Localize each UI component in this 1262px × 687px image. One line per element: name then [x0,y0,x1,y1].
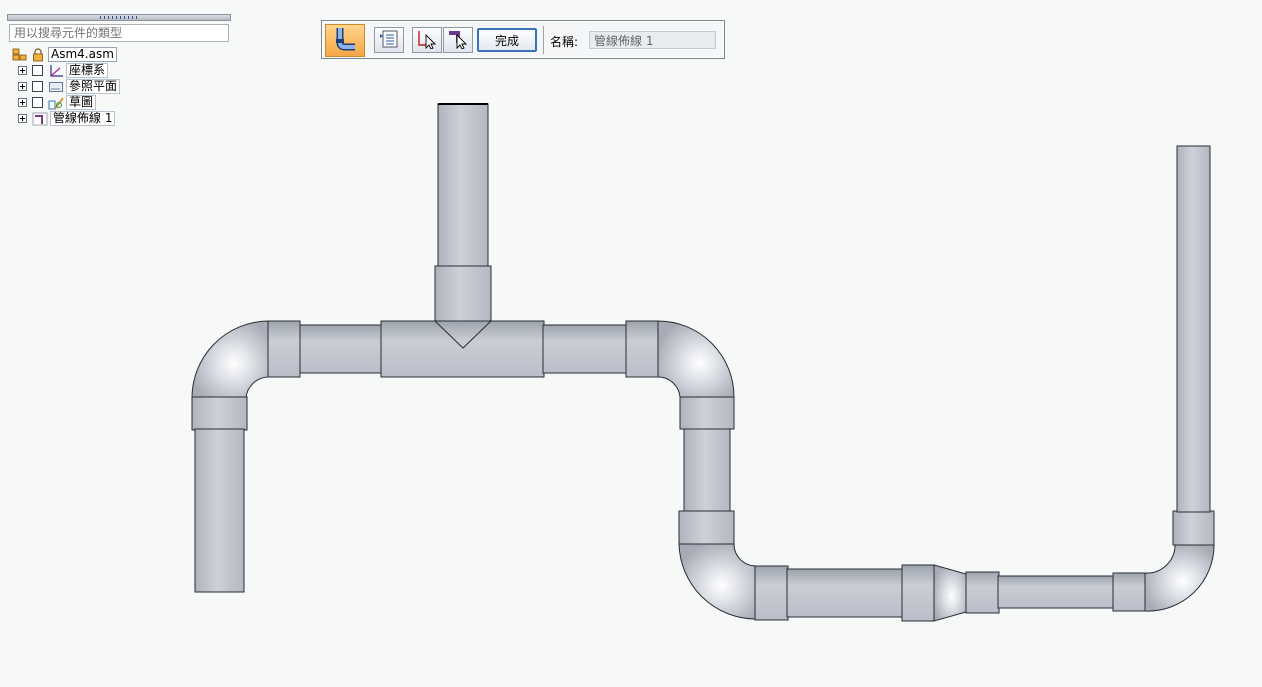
pipe-segment[interactable] [786,568,904,618]
reducer-fitting[interactable] [933,564,967,622]
pipe-segment[interactable] [1176,145,1211,513]
coupling[interactable] [191,396,248,431]
coupling[interactable] [1112,572,1146,612]
pipe-segment[interactable] [194,428,245,593]
coupling[interactable] [625,320,659,378]
pipe-segment[interactable] [437,103,489,270]
coupling[interactable] [901,564,935,622]
pipe-model-viewport[interactable] [0,0,1262,687]
coupling[interactable] [678,510,735,545]
pipe-segment[interactable] [299,324,383,374]
coupling[interactable] [965,571,1000,614]
elbow-fitting[interactable] [657,320,735,398]
elbow-fitting[interactable] [1144,544,1215,612]
pipe-assembly [191,103,1215,622]
tee-fitting[interactable] [380,320,545,378]
pipe-segment[interactable] [542,324,628,374]
pipe-segment[interactable] [997,575,1115,609]
coupling[interactable] [679,396,735,430]
coupling[interactable] [267,320,301,378]
elbow-fitting[interactable] [678,543,757,620]
coupling[interactable] [1172,510,1215,546]
elbow-fitting[interactable] [191,320,269,399]
pipe-segment[interactable] [683,428,731,513]
coupling[interactable] [754,565,789,621]
